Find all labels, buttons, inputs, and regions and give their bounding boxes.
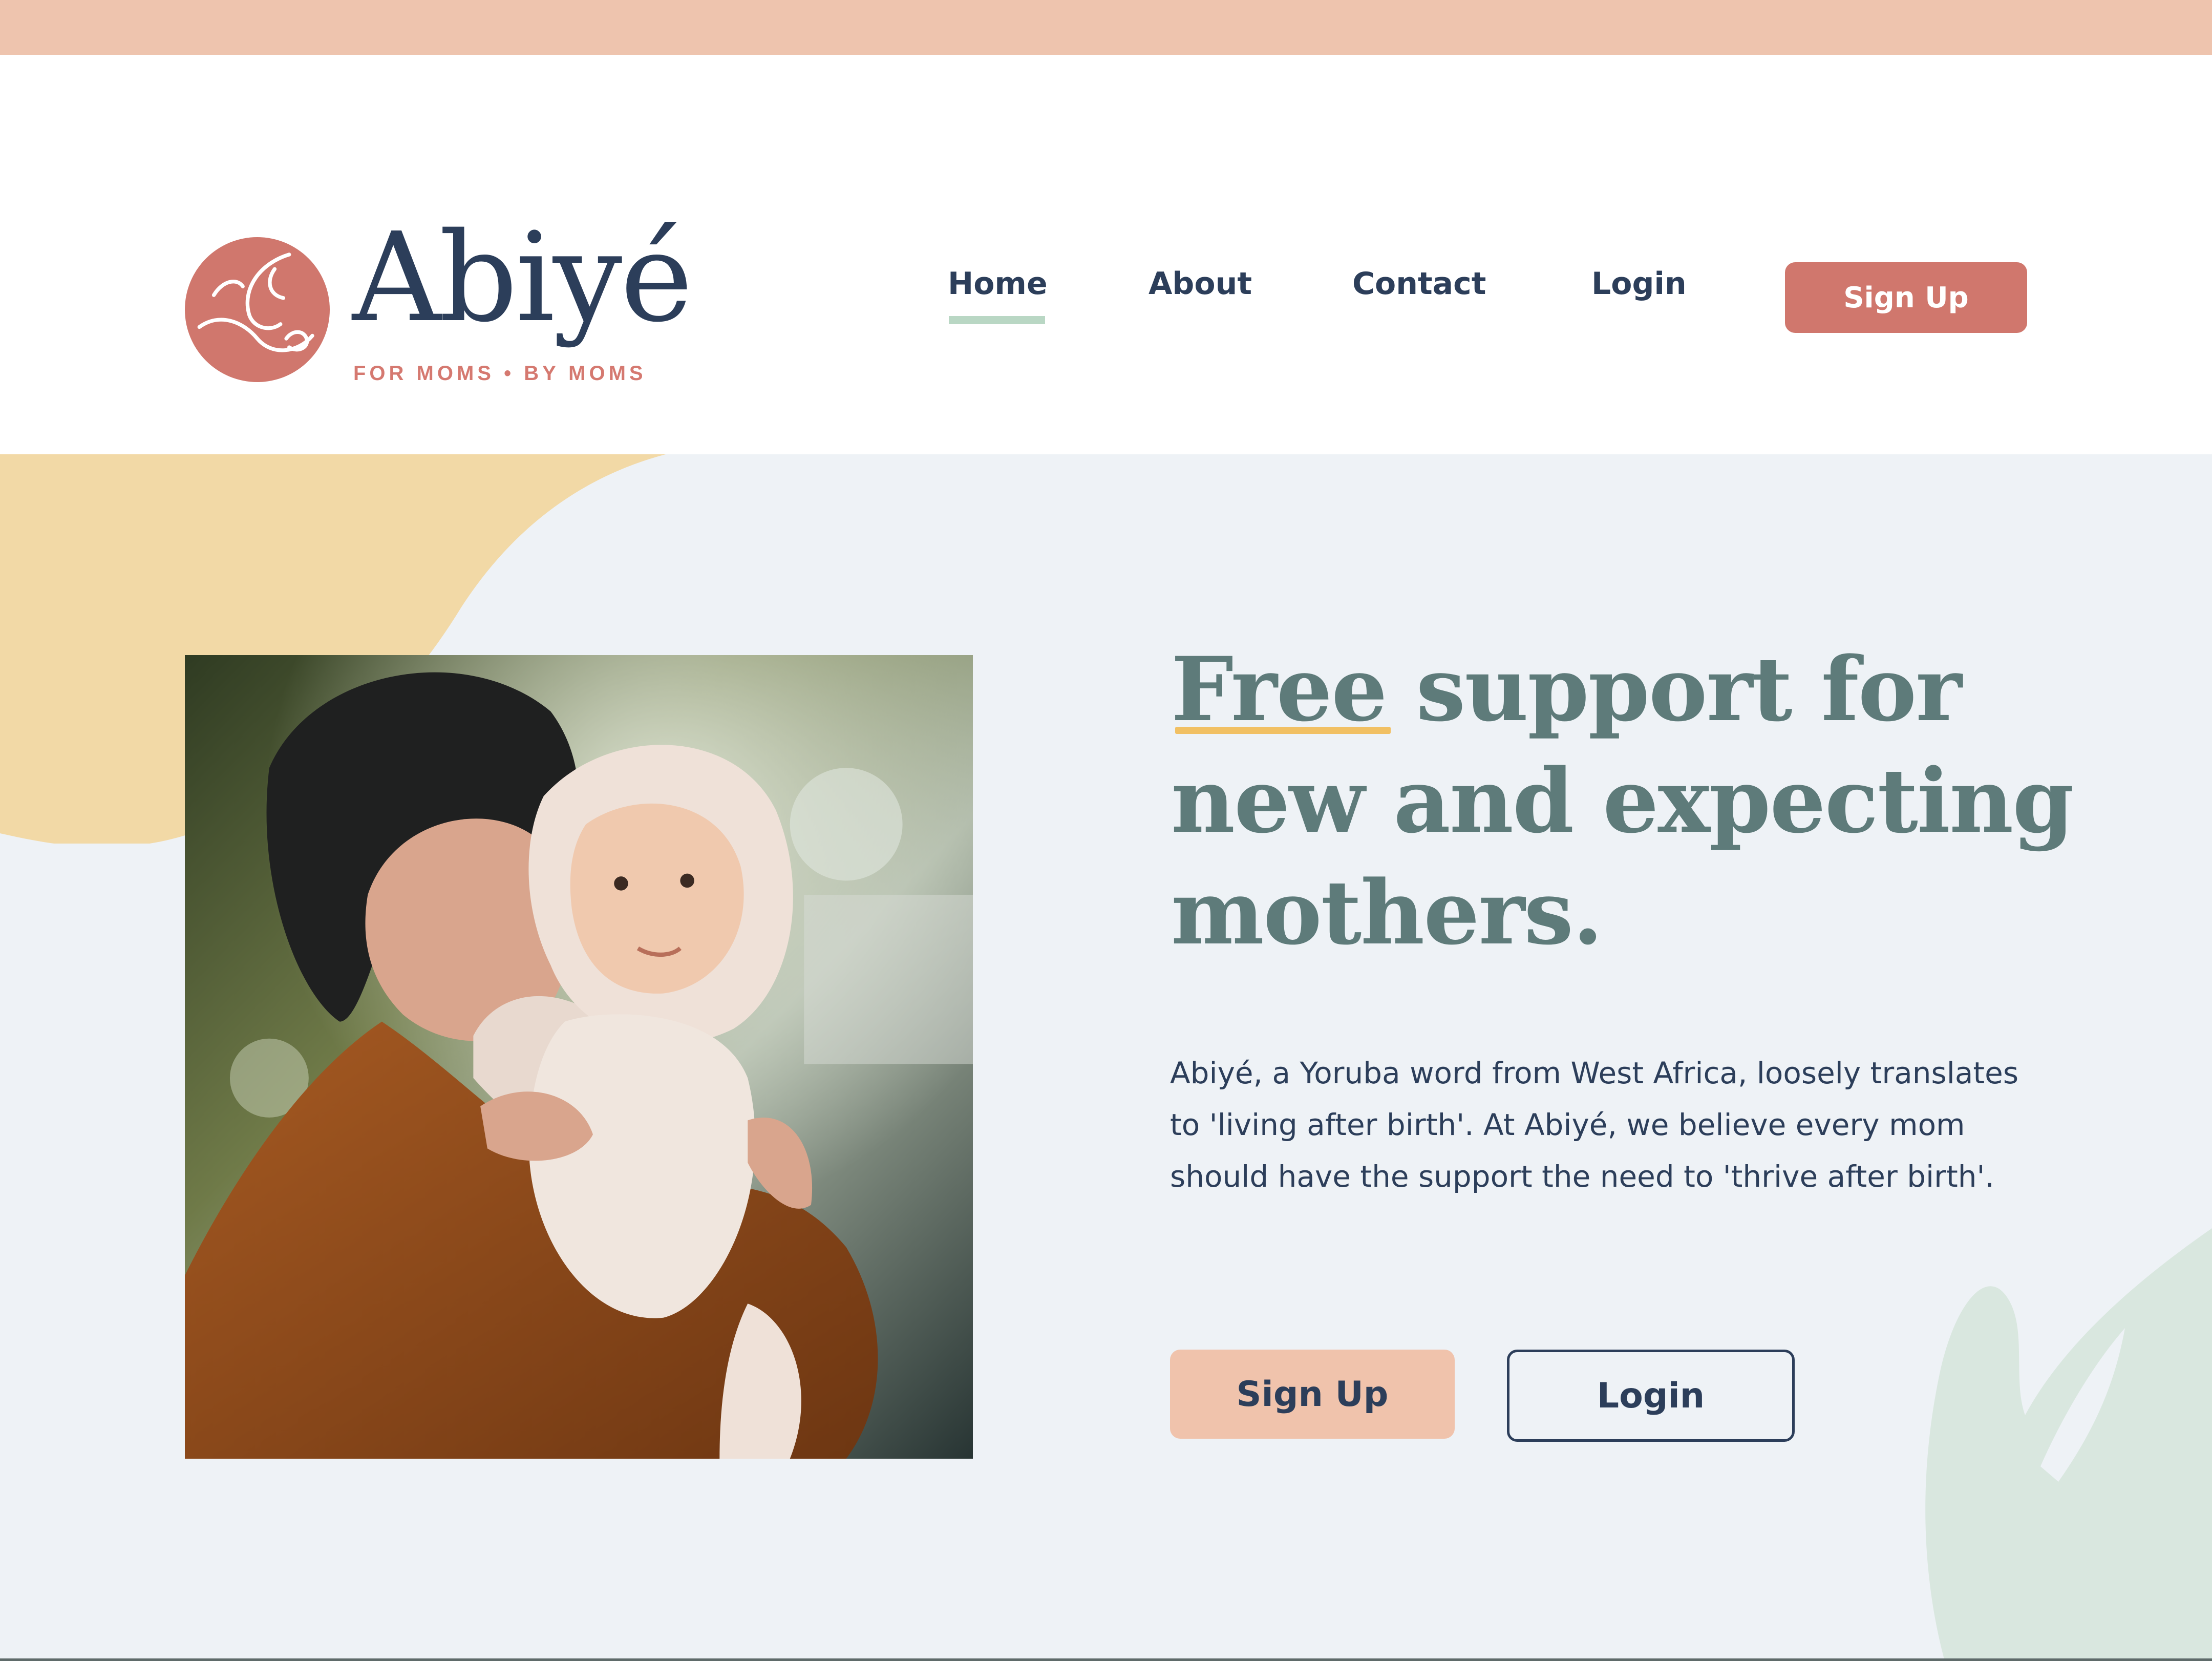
mother-baby-logo-icon[interactable] <box>185 237 330 382</box>
hero-headline: Free support for new and expecting mothe… <box>1171 634 2093 969</box>
mother-baby-photo <box>185 655 973 1459</box>
decorative-green-blob <box>1925 1228 2212 1661</box>
mother-kissing-baby-image <box>185 655 973 1459</box>
brand-name[interactable]: Abiyé <box>352 216 693 339</box>
nav-signup-button[interactable]: Sign Up <box>1785 262 2027 333</box>
nav-about-link[interactable]: About <box>1148 266 1252 302</box>
bottom-divider <box>0 1658 2212 1661</box>
hero-login-button[interactable]: Login <box>1507 1350 1795 1442</box>
site-header: Abiyé FOR MOMS • BY MOMS Home About Cont… <box>0 55 2212 454</box>
hero-intro-text: Abiyé, a Yoruba word from West Africa, l… <box>1170 1056 2019 1194</box>
nav-login-link[interactable]: Login <box>1591 266 1687 302</box>
hero-section: Free support for new and expecting mothe… <box>0 454 2212 1661</box>
headline-highlight-word: Free <box>1171 634 1391 745</box>
brand-tagline: FOR MOMS • BY MOMS <box>353 362 647 385</box>
nav-active-indicator <box>949 316 1045 324</box>
nav-contact-link[interactable]: Contact <box>1352 266 1486 302</box>
nav-home-link[interactable]: Home <box>948 266 1048 302</box>
hero-signup-button[interactable]: Sign Up <box>1170 1350 1455 1439</box>
top-accent-strip <box>0 0 2212 55</box>
